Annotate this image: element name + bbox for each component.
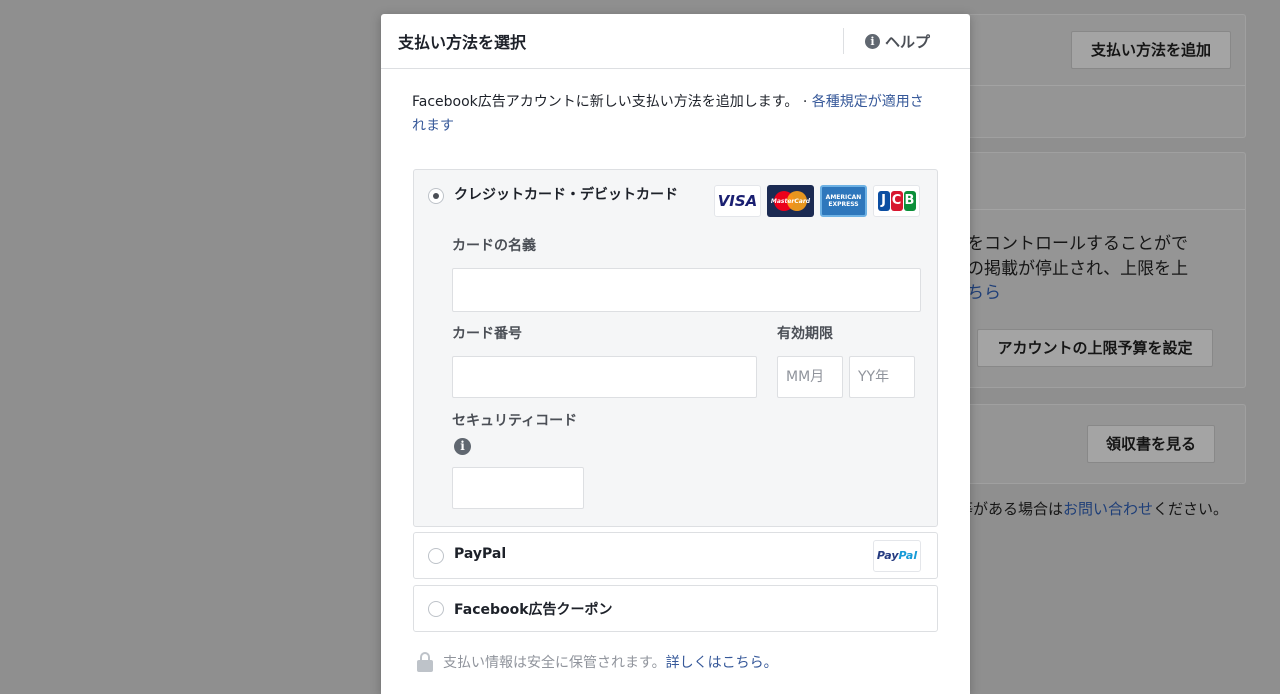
jcb-letter-c: C [890,191,903,211]
help-label: ヘルプ [885,33,931,51]
security-code-label: セキュリティコード i [452,410,587,456]
bg-contact-prefix: 等がある場合は [958,500,1064,518]
lock-icon [417,652,433,672]
dialog-header: 支払い方法を選択 i ヘルプ [381,14,970,69]
bg-account-limit-card: をコントロールすることがで の掲載が停止され、上限を上 ちら アカウントの上限予… [940,152,1246,388]
visa-logo: VISA [714,185,761,217]
mastercard-logo-text: MasterCard [770,197,811,205]
jcb-letter-b: B [903,191,916,211]
bg-divider [941,85,1245,86]
card-option-label[interactable]: クレジットカード・デビットカード [454,184,678,204]
dialog-intro: Facebook広告アカウントに新しい支払い方法を追加します。 · 各種規定が適… [412,90,932,138]
card-number-input[interactable] [452,356,757,398]
bg-set-account-limit-button[interactable]: アカウントの上限予算を設定 [977,329,1213,367]
bg-receipts-card: 領収書を見る [940,404,1246,484]
bg-contact-link[interactable]: お問い合わせ [1063,500,1153,518]
jcb-letter-j: J [877,191,890,211]
security-code-input[interactable] [452,467,584,509]
card-number-label: カード番号 [452,326,522,342]
paypal-logo: PayPal [873,540,921,572]
paypal-logo-pal: Pal [898,549,918,562]
coupon-option-label[interactable]: Facebook広告クーポン [454,599,613,619]
security-code-info-icon[interactable]: i [454,438,471,455]
cardholder-name-label: カードの名義 [452,238,536,254]
payment-option-card: クレジットカード・デビットカード VISA MasterCard AMERICA… [413,169,938,527]
info-icon: i [865,34,880,49]
expiry-label: 有効期限 [777,326,833,342]
paypal-logo-pay: Pay [876,549,899,562]
paypal-option-radio[interactable] [428,548,444,564]
footer-text: 支払い情報は安全に保管されます。 [443,655,666,671]
bg-contact-suffix: ください。 [1153,500,1229,518]
card-brand-logos: VISA MasterCard AMERICAN EXPRESS J C B [714,185,920,217]
expiry-year-input[interactable] [849,356,915,398]
learn-more-link[interactable]: 詳しくはこちら。 [666,655,778,671]
payment-option-coupon[interactable]: Facebook広告クーポン [413,585,938,632]
amex-logo: AMERICAN EXPRESS [820,185,867,217]
help-link[interactable]: i ヘルプ [865,31,930,52]
cardholder-name-input[interactable] [452,268,921,312]
intro-text: Facebook広告アカウントに新しい支払い方法を追加します。 · [412,94,812,110]
header-separator [843,28,844,54]
bg-limit-link[interactable]: ちら [967,280,1001,306]
coupon-option-radio[interactable] [428,601,444,617]
bg-contact-note: 等がある場合はお問い合わせください。 [958,498,1228,519]
dialog-title: 支払い方法を選択 [398,33,527,52]
expiry-month-input[interactable] [777,356,843,398]
security-code-label-text: セキュリティコード [452,413,578,429]
bg-add-payment-method-button[interactable]: 支払い方法を追加 [1071,31,1231,69]
bg-view-receipts-button[interactable]: 領収書を見る [1087,425,1215,463]
bg-payment-methods-card: 支払い方法を追加 [940,14,1246,138]
card-option-radio[interactable] [428,188,444,204]
select-payment-method-dialog: 支払い方法を選択 i ヘルプ Facebook広告アカウントに新しい支払い方法を… [381,14,970,694]
payment-option-paypal[interactable]: PayPal PayPal [413,532,938,579]
paypal-option-label[interactable]: PayPal [454,546,506,562]
mastercard-logo: MasterCard [767,185,814,217]
jcb-logo: J C B [873,185,920,217]
bg-divider [941,209,1245,210]
bg-limit-text-line1: をコントロールすることがで [967,234,1188,254]
bg-limit-text-line2: の掲載が停止され、上限を上 [967,259,1189,279]
security-footer-note: 支払い情報は安全に保管されます。詳しくはこちら。 [417,652,778,672]
